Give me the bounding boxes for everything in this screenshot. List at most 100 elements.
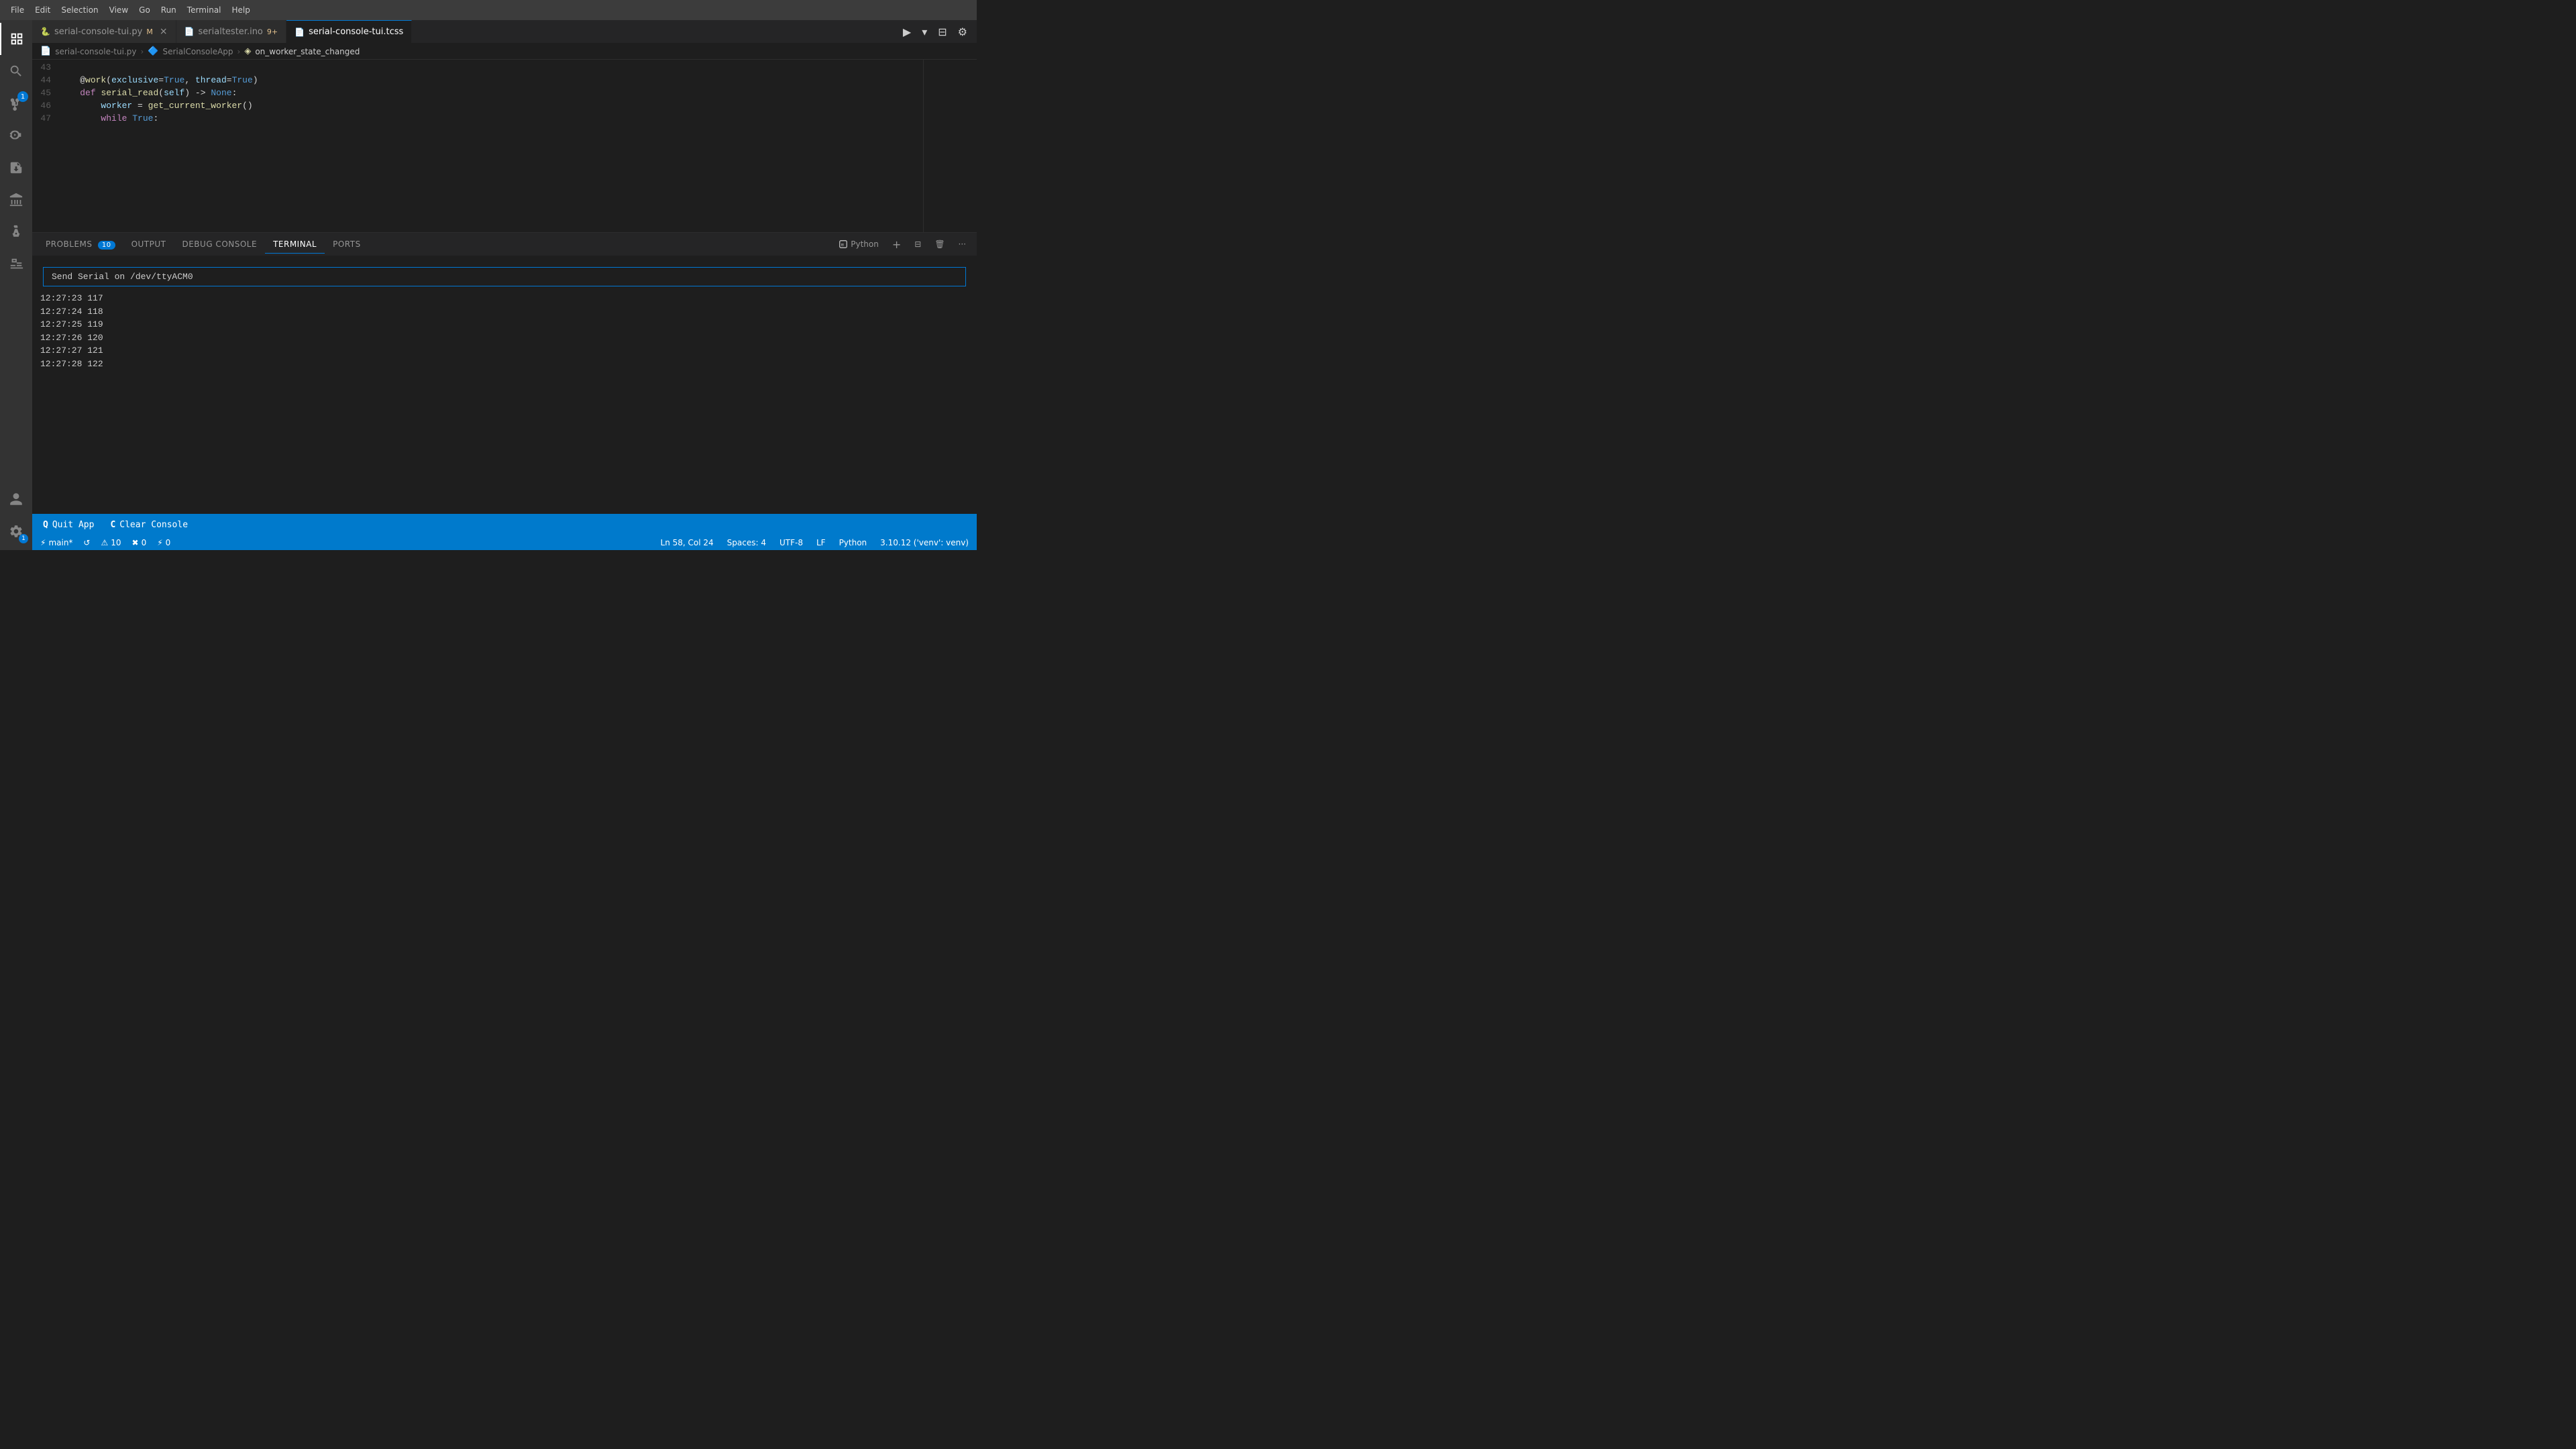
cursor-pos: Ln 58, Col 24 bbox=[661, 538, 714, 547]
status-cursor[interactable]: Ln 58, Col 24 bbox=[658, 538, 716, 547]
split-editor-button[interactable]: ⊟ bbox=[934, 24, 951, 40]
terminal-input-text: Send Serial on /dev/ttyACM0 bbox=[52, 272, 193, 282]
status-branch[interactable]: ⚡ main* bbox=[38, 538, 75, 547]
tcss-file-icon: 📄 bbox=[294, 28, 305, 37]
activity-settings[interactable]: 1 bbox=[0, 515, 32, 547]
more-panel-actions[interactable]: ··· bbox=[953, 237, 971, 252]
log-line-5: 12:27:27 121 bbox=[40, 344, 969, 358]
trash-icon: 🗑 bbox=[934, 239, 945, 249]
panel-tab-debug-console[interactable]: DEBUG CONSOLE bbox=[174, 235, 265, 253]
python-label: Python bbox=[851, 239, 879, 249]
breadcrumb-sep-1: › bbox=[140, 47, 144, 56]
activity-remote-explorer[interactable] bbox=[0, 184, 32, 216]
code-line-46: 46 worker = get_current_worker() bbox=[32, 101, 923, 113]
line-num-43: 43 bbox=[32, 62, 59, 72]
tab-serialtester-ino[interactable]: 📄 serialtester.ino 9+ bbox=[176, 20, 287, 43]
menu-run[interactable]: Run bbox=[156, 3, 182, 17]
activity-accounts[interactable] bbox=[0, 483, 32, 515]
status-info[interactable]: ⚡ 0 bbox=[154, 538, 173, 547]
status-eol[interactable]: LF bbox=[814, 538, 828, 547]
plus-icon: + bbox=[892, 238, 901, 251]
language-label: Python bbox=[839, 538, 867, 547]
terminal-log: 12:27:23 117 12:27:24 118 12:27:25 119 1… bbox=[40, 292, 969, 370]
code-line-45: 45 def serial_read(self) -> None: bbox=[32, 88, 923, 101]
ino-file-icon: 📄 bbox=[184, 27, 195, 36]
breadcrumb-class[interactable]: SerialConsoleApp bbox=[162, 47, 233, 56]
panel-tab-output[interactable]: OUTPUT bbox=[123, 235, 174, 253]
panel-tab-problems[interactable]: PROBLEMS 10 bbox=[38, 235, 123, 253]
delete-terminal-button[interactable]: 🗑 bbox=[929, 237, 950, 252]
status-python-version[interactable]: 3.10.12 ('venv': venv) bbox=[877, 538, 971, 547]
activity-docker[interactable] bbox=[0, 248, 32, 280]
menu-file[interactable]: File bbox=[5, 3, 30, 17]
terminal-content[interactable]: Send Serial on /dev/ttyACM0 12:27:23 117… bbox=[32, 256, 977, 514]
status-language[interactable]: Python bbox=[837, 538, 870, 547]
code-editor[interactable]: 43 44 @work(exclusive=True, thread=True)… bbox=[32, 60, 923, 232]
menu-go[interactable]: Go bbox=[133, 3, 156, 17]
new-terminal-button[interactable]: + bbox=[887, 235, 906, 254]
menu-view[interactable]: View bbox=[104, 3, 133, 17]
code-content-44: @work(exclusive=True, thread=True) bbox=[59, 75, 258, 85]
menu-terminal[interactable]: Terminal bbox=[182, 3, 227, 17]
tab-serial-console-tui-tcss[interactable]: 📄 serial-console-tui.tcss bbox=[286, 20, 412, 43]
status-sync[interactable]: ↺ bbox=[80, 538, 93, 547]
spaces-label: Spaces: 4 bbox=[727, 538, 766, 547]
activity-source-control[interactable]: 1 bbox=[0, 87, 32, 119]
key-q: Q bbox=[43, 520, 48, 530]
split-terminal-button[interactable]: ⊟ bbox=[909, 237, 926, 252]
customize-layout-button[interactable]: ⚙ bbox=[954, 24, 971, 40]
run-button[interactable]: ▶ bbox=[899, 24, 915, 40]
status-errors[interactable]: ⚠ 10 bbox=[98, 538, 123, 547]
status-encoding[interactable]: UTF-8 bbox=[777, 538, 806, 547]
info-count: 0 bbox=[166, 538, 171, 547]
log-line-2: 12:27:24 118 bbox=[40, 305, 969, 319]
ellipsis-icon: ··· bbox=[959, 239, 966, 249]
log-line-1: 12:27:23 117 bbox=[40, 292, 969, 305]
panel: PROBLEMS 10 OUTPUT DEBUG CONSOLE TERMINA… bbox=[32, 232, 977, 514]
status-spaces[interactable]: Spaces: 4 bbox=[724, 538, 769, 547]
line-num-45: 45 bbox=[32, 88, 59, 98]
activity-testing[interactable] bbox=[0, 216, 32, 248]
tab-modified-badge-1: M bbox=[146, 28, 153, 36]
tab-label-1: serial-console-tui.py bbox=[54, 27, 142, 37]
svg-text:⊞: ⊞ bbox=[841, 243, 844, 247]
activity-search[interactable] bbox=[0, 55, 32, 87]
branch-name: main* bbox=[48, 538, 72, 547]
status-warnings[interactable]: ✖ 0 bbox=[129, 538, 150, 547]
panel-tab-ports[interactable]: PORTS bbox=[325, 235, 369, 253]
code-line-47: 47 while True: bbox=[32, 113, 923, 126]
key-binding-clear: C Clear Console bbox=[110, 520, 188, 530]
tab-label-3: serial-console-tui.tcss bbox=[309, 27, 403, 37]
tab-bar: 🐍 serial-console-tui.py M × 📄 serialtest… bbox=[32, 20, 977, 44]
terminal-python-selector[interactable]: ⊞ Python bbox=[833, 237, 884, 252]
breadcrumb-file[interactable]: serial-console-tui.py bbox=[55, 47, 136, 56]
breadcrumb-method[interactable]: on_worker_state_changed bbox=[255, 47, 360, 56]
py-file-icon: 🐍 bbox=[40, 27, 50, 36]
problems-badge: 10 bbox=[98, 241, 115, 250]
breadcrumb: 📄 serial-console-tui.py › 🔷 SerialConsol… bbox=[32, 44, 977, 60]
code-content-45: def serial_read(self) -> None: bbox=[59, 88, 237, 98]
branch-icon: ⚡ bbox=[40, 538, 46, 547]
status-right: Ln 58, Col 24 Spaces: 4 UTF-8 LF Python … bbox=[658, 538, 971, 547]
line-num-46: 46 bbox=[32, 101, 59, 111]
panel-tab-terminal[interactable]: TERMINAL bbox=[265, 235, 325, 254]
terminal-input-box[interactable]: Send Serial on /dev/ttyACM0 bbox=[43, 267, 966, 286]
activity-run-debug[interactable] bbox=[0, 119, 32, 152]
encoding-label: UTF-8 bbox=[780, 538, 803, 547]
tab-close-1[interactable]: × bbox=[160, 26, 168, 37]
minimap bbox=[923, 60, 977, 232]
code-content-46: worker = get_current_worker() bbox=[59, 101, 253, 111]
tab-serial-console-tui-py[interactable]: 🐍 serial-console-tui.py M × bbox=[32, 20, 176, 43]
menu-help[interactable]: Help bbox=[227, 3, 256, 17]
settings-badge: 1 bbox=[19, 534, 28, 543]
status-left: ⚡ main* ↺ ⚠ 10 ✖ 0 ⚡ 0 bbox=[38, 538, 173, 547]
error-icon: ⚠ bbox=[101, 538, 108, 547]
run-dropdown-button[interactable]: ▾ bbox=[918, 24, 931, 40]
menu-edit[interactable]: Edit bbox=[30, 3, 56, 17]
sync-icon: ↺ bbox=[83, 538, 90, 547]
activity-explorer[interactable] bbox=[0, 23, 32, 55]
activity-extensions[interactable] bbox=[0, 152, 32, 184]
breadcrumb-class-icon: 🔷 bbox=[148, 46, 158, 56]
menu-selection[interactable]: Selection bbox=[56, 3, 103, 17]
warning-icon: ✖ bbox=[132, 538, 139, 547]
